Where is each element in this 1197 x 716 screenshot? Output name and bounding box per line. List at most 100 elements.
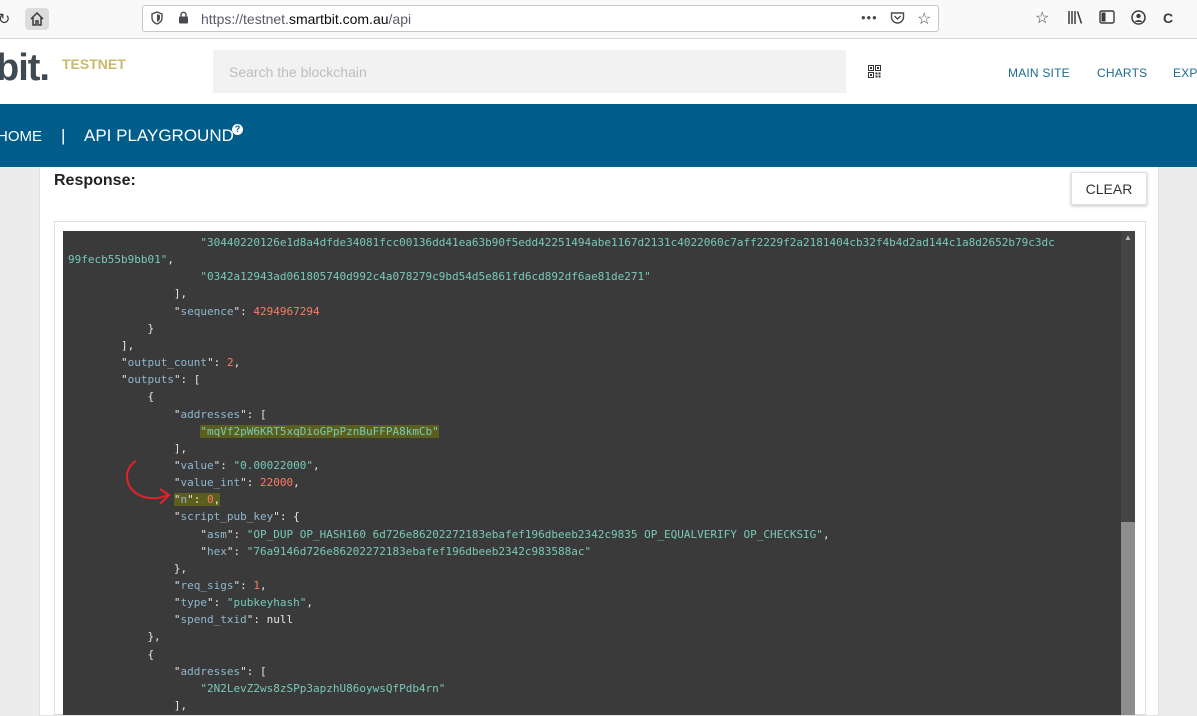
bookmarks-star-icon[interactable]: ☆	[1035, 8, 1049, 28]
code-token: ":	[207, 596, 227, 610]
nav-explorer[interactable]: EXPL	[1173, 66, 1197, 80]
code-token: ":	[213, 458, 234, 472]
code-token: 2	[226, 356, 234, 370]
annotation-arrow-icon	[126, 460, 171, 505]
code-token: ": [	[173, 373, 201, 387]
bookmark-star-icon[interactable]: ☆	[917, 9, 931, 29]
code-token: ": null	[246, 613, 294, 627]
nav-charts[interactable]: CHARTS	[1097, 66, 1147, 80]
code-token: outputs	[127, 373, 174, 387]
lock-icon[interactable]	[178, 11, 189, 27]
code-token: "2N2LevZ2ws8zSPp3apzhU86oywsQfPdb4rn"	[200, 681, 446, 695]
code-line: "2N2LevZ2ws8zSPp3apzhU86oywsQfPdb4rn"	[200, 680, 445, 697]
code-token: "0342a12943ad061805740d992c4a078279c9bd5…	[200, 270, 651, 284]
scroll-up-icon[interactable]: ▲	[1121, 231, 1135, 245]
code-line: "type": "pubkeyhash",	[174, 594, 313, 611]
code-token: "	[173, 596, 181, 610]
code-token: ,	[260, 579, 267, 592]
code-token: ,	[233, 356, 241, 370]
url-bar[interactable]: https://testnet.smartbit.com.au/api ••• …	[142, 5, 939, 32]
code-token: "mqVf2pW6KRT5xqDioGPpPznBuFFPA8kmCb"	[200, 424, 439, 438]
response-label: Response:	[54, 172, 136, 189]
account-icon[interactable]	[1131, 10, 1146, 28]
code-line: "value_int": 22000,	[174, 474, 300, 491]
code-token: "	[173, 664, 181, 678]
code-token: 0	[207, 493, 214, 507]
code-token: ,	[293, 476, 300, 490]
page-nav-band: HOME | API PLAYGROUND ?	[0, 104, 1197, 167]
code-line: "outputs": [	[121, 371, 200, 388]
code-token: ":	[226, 544, 247, 558]
qr-code-icon[interactable]	[868, 65, 881, 78]
code-token: value	[180, 458, 214, 472]
code-token: "OP_DUP OP_HASH160 6d726e86202272183ebaf…	[246, 527, 823, 541]
code-token: },	[173, 561, 188, 575]
sidebar-icon[interactable]	[1099, 10, 1115, 27]
pocket-icon[interactable]	[890, 11, 905, 28]
code-token: ":	[187, 493, 208, 507]
help-icon[interactable]: ?	[232, 124, 243, 135]
code-line: "sequence": 4294967294	[174, 303, 320, 320]
code-line: 99fecb55b9bb01",	[68, 251, 174, 268]
code-token: "	[173, 613, 181, 627]
code-line: "output_count": 2,	[121, 354, 240, 371]
url-text[interactable]: https://testnet.smartbit.com.au/api	[201, 11, 411, 27]
code-token: ,	[306, 596, 314, 610]
reload-icon[interactable]: ↻	[0, 8, 16, 30]
code-line: "asm": "OP_DUP OP_HASH160 6d726e86202272…	[200, 526, 829, 543]
site-logo[interactable]: bit.	[0, 47, 50, 90]
code-token: ],	[120, 338, 135, 352]
code-line: "0342a12943ad061805740d992c4a078279c9bd5…	[200, 268, 650, 285]
library-icon[interactable]	[1067, 10, 1084, 28]
code-token: ],	[173, 287, 188, 301]
shield-icon[interactable]	[151, 11, 163, 28]
clear-button[interactable]: CLEAR	[1071, 172, 1147, 205]
code-line: },	[174, 560, 187, 577]
home-icon[interactable]	[25, 8, 49, 30]
code-token: ":	[240, 476, 261, 490]
nav-home[interactable]: HOME	[0, 128, 42, 145]
response-code-view[interactable]: "30440220126e1d8a4dfde34081fcc00136dd41e…	[63, 231, 1121, 715]
highlight-mark: "n": 0,	[173, 493, 221, 507]
nav-main-site[interactable]: MAIN SITE	[1008, 66, 1070, 80]
code-line: "spend_txid": null	[174, 611, 293, 628]
code-line: {	[147, 388, 154, 405]
code-token: value_int	[180, 476, 241, 490]
code-token: ":	[233, 579, 254, 592]
code-line: }	[147, 320, 154, 337]
browser-toolbar: ↻ https://testnet.smartbit.com.au/api ••…	[0, 0, 1197, 39]
extension-icon[interactable]: C	[1163, 10, 1173, 26]
code-token: ":	[233, 304, 254, 318]
code-line: "n": 0,	[173, 491, 221, 508]
network-badge: TESTNET	[62, 56, 126, 72]
code-line: "value": "0.00022000",	[174, 457, 320, 474]
code-token: ,	[167, 253, 174, 267]
code-line: ],	[121, 337, 134, 354]
code-line: "script_pub_key": {	[174, 508, 300, 525]
breadcrumb-separator: |	[61, 126, 66, 145]
code-token: "	[173, 579, 181, 592]
code-line: "addresses": [	[174, 406, 267, 423]
code-token: ,	[313, 458, 320, 472]
code-token: addresses	[180, 407, 241, 421]
code-line: {	[147, 646, 154, 663]
code-token: sequence	[180, 304, 234, 318]
site-header: bit. TESTNET MAIN SITE CHARTS EXPL	[0, 39, 1197, 104]
search-input[interactable]	[213, 50, 846, 93]
code-token: type	[180, 596, 208, 610]
scrollbar-thumb[interactable]	[1121, 522, 1135, 715]
code-token: "	[120, 373, 128, 387]
code-token: ":	[226, 527, 247, 541]
code-token: addresses	[180, 664, 241, 678]
more-icon[interactable]: •••	[861, 10, 878, 25]
code-token: script_pub_key	[180, 510, 274, 524]
code-token: "	[120, 356, 128, 370]
code-token: {	[147, 647, 155, 661]
code-token: "76a9146d726e86202272183ebafef196dbeeb23…	[246, 544, 592, 558]
page-title: API PLAYGROUND	[84, 126, 234, 145]
highlight-mark: "mqVf2pW6KRT5xqDioGPpPznBuFFPA8kmCb"	[200, 424, 439, 438]
code-token: ": [	[240, 407, 267, 421]
code-line: "30440220126e1d8a4dfde34081fcc00136dd41e…	[200, 234, 1054, 251]
code-line: ],	[174, 697, 187, 714]
code-token: output_count	[127, 356, 208, 370]
